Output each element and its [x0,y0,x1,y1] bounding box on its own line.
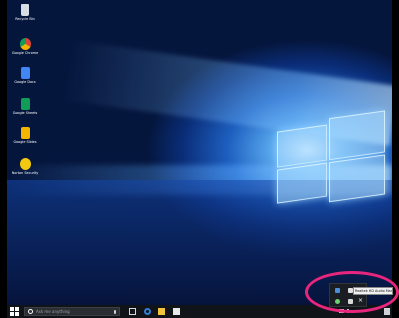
microphone-icon[interactable] [114,310,116,314]
google-slides-icon [20,127,30,139]
edge-icon[interactable] [144,308,151,315]
screen-frame: Recycle Bin Google Chrome Google Docs Go… [0,0,399,318]
search-icon [28,309,33,314]
desktop-icon-label: Norton Security [11,171,39,175]
desktop-icon-norton[interactable]: Norton Security [7,158,43,175]
desktop-icon-label: Google Slides [13,140,37,144]
windows-logo-wallpaper [277,110,385,207]
task-view-icon[interactable] [129,308,136,315]
desktop[interactable]: Recycle Bin Google Chrome Google Docs Go… [7,0,392,305]
norton-icon [19,158,31,170]
desktop-icon-chrome[interactable]: Google Chrome [7,38,43,55]
search-placeholder: Ask me anything [36,309,70,314]
desktop-icon-recycle-bin[interactable]: Recycle Bin [7,4,43,21]
desktop-icon-label: Google Chrome [11,51,39,55]
recycle-bin-icon [21,4,29,16]
desktop-icon-google-slides[interactable]: Google Slides [7,127,43,144]
action-center-icon[interactable] [384,308,390,315]
highlight-circle [305,271,399,313]
store-icon[interactable] [173,308,180,315]
chrome-icon [19,38,31,50]
file-explorer-icon[interactable] [158,308,165,315]
desktop-icon-label: Google Docs [14,80,36,84]
desktop-icon-google-sheets[interactable]: Google Sheets [7,98,43,115]
desktop-icon-label: Google Sheets [12,111,38,115]
start-button[interactable] [10,307,19,316]
desktop-icon-google-docs[interactable]: Google Docs [7,67,43,84]
desktop-icon-label: Recycle Bin [15,17,35,21]
google-sheets-icon [20,98,30,110]
google-docs-icon [20,67,30,79]
search-box[interactable]: Ask me anything [24,307,120,316]
